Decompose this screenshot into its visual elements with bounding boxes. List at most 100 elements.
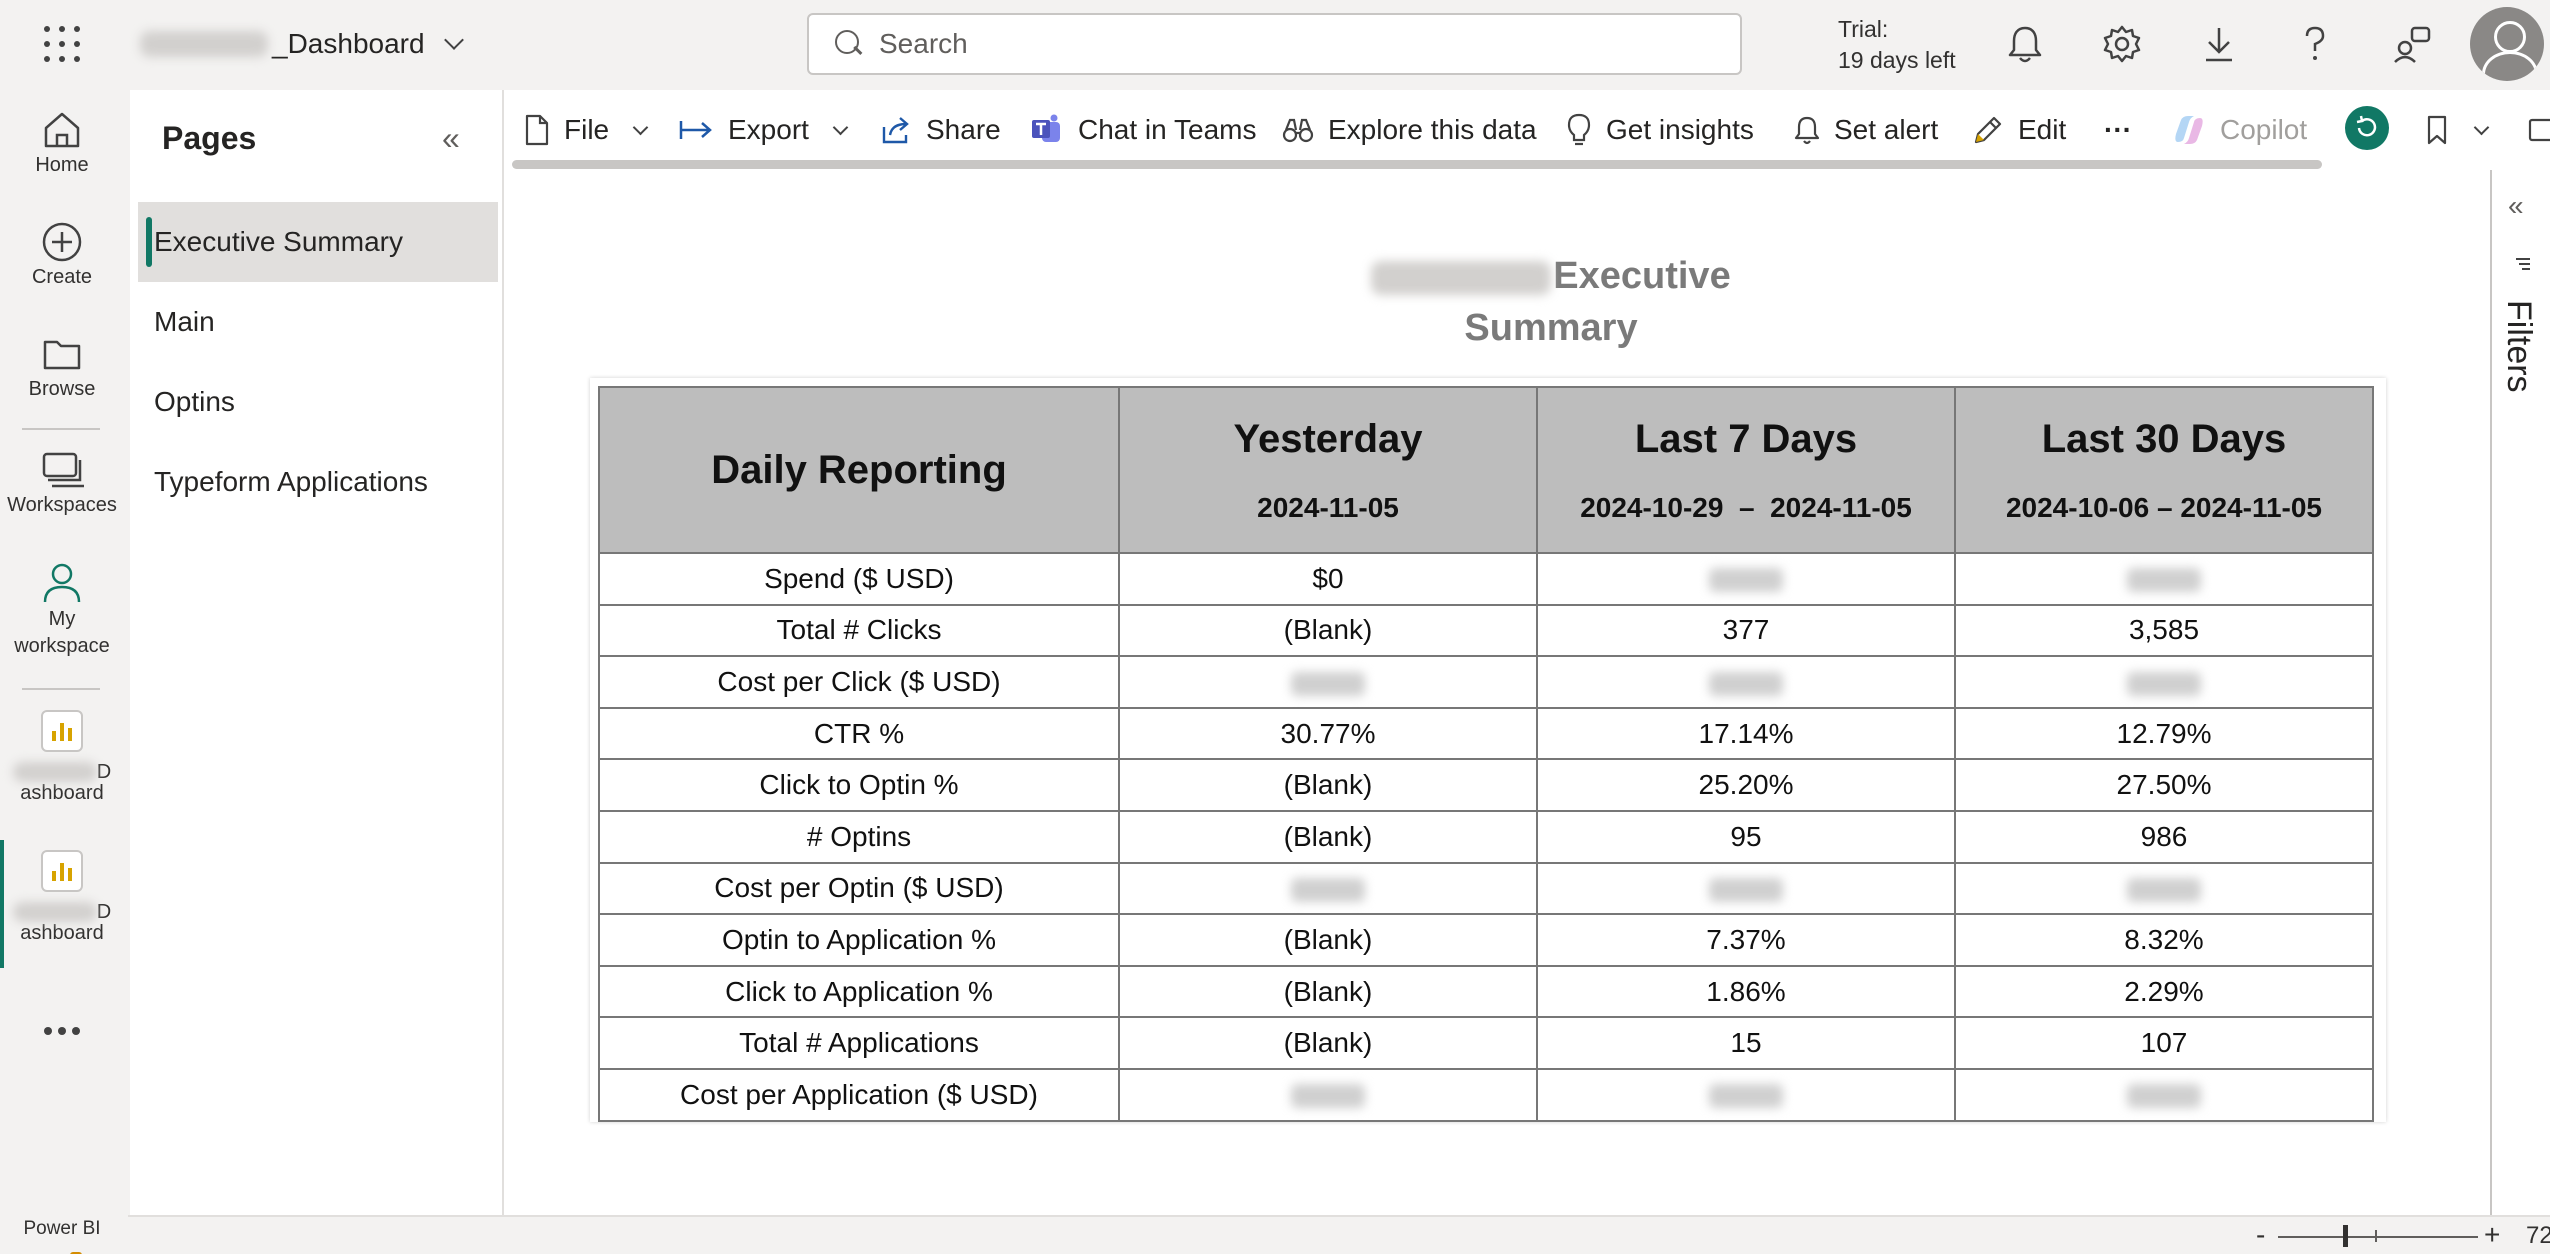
rail-my-workspace[interactable]: My workspace (0, 560, 124, 660)
rail-divider (22, 428, 100, 430)
metric-value: 1.86% (1536, 964, 1956, 1019)
copilot-icon (2175, 116, 2203, 144)
rail-dashboard-1[interactable]: D ashboard (0, 710, 124, 807)
bookmark-icon (2427, 115, 2447, 145)
metric-value: 17.14% (1536, 706, 1956, 761)
table-row: Click to Application % (Blank) 1.86% 2.29% (598, 964, 2374, 1019)
metric-value: 107 (1954, 1016, 2374, 1070)
redacted-value (1954, 861, 2374, 916)
share-feedback-icon[interactable] (2390, 22, 2434, 66)
copilot-label: Copilot (2220, 114, 2308, 145)
pages-pane: Pages « Executive Summary Main Optins Ty… (130, 90, 502, 1215)
trial-status[interactable]: Trial: 19 days left (1838, 14, 1956, 76)
zoom-out-button[interactable]: - (2256, 1217, 2265, 1253)
reset-circle-icon (2345, 106, 2389, 150)
redacted-value-blur (1291, 671, 1365, 696)
share-button[interactable]: Share (880, 110, 1001, 150)
rail-dashboard-2[interactable]: D ashboard (0, 850, 124, 947)
search-input[interactable] (879, 28, 1699, 60)
pages-title: Pages (162, 120, 257, 156)
edit-button[interactable]: Edit (1972, 110, 2066, 150)
top-bar: _Dashboard Trial: 19 days left (0, 0, 2550, 90)
metric-value: 95 (1536, 809, 1956, 864)
report-bar-chart-icon (41, 710, 83, 752)
table-row: Click to Optin % (Blank) 25.20% 27.50% (598, 758, 2374, 812)
user-avatar[interactable] (2470, 7, 2544, 81)
workspace-title-dropdown[interactable]: _Dashboard (140, 26, 464, 62)
bookmark-button[interactable] (2426, 110, 2490, 150)
rail-browse[interactable]: Browse (0, 332, 124, 403)
redacted-value (1954, 552, 2374, 606)
metric-value: 30.77% (1118, 706, 1538, 761)
set-alert-label: Set alert (1834, 114, 1939, 145)
view-mode-button[interactable] (2528, 110, 2550, 150)
chevron-down-icon (632, 119, 649, 135)
metric-label: Cost per Optin ($ USD) (598, 861, 1120, 916)
metric-value: 3,585 (1954, 603, 2374, 658)
help-icon[interactable] (2293, 22, 2337, 66)
rail-create[interactable]: Create (0, 220, 124, 291)
export-menu-button[interactable]: Export (678, 110, 849, 150)
workspace-title-text: _Dashboard (272, 28, 425, 59)
file-menu-button[interactable]: File (524, 110, 649, 150)
download-icon[interactable] (2197, 22, 2241, 66)
app-launcher-icon[interactable] (44, 26, 80, 62)
chat-in-teams-button[interactable]: Chat in Teams (1030, 110, 1256, 150)
horizontal-scrollbar[interactable] (512, 160, 2322, 169)
redacted-value-blur (2127, 568, 2201, 593)
metric-value: (Blank) (1118, 603, 1538, 658)
rail-home[interactable]: Home (0, 108, 124, 179)
metric-value: 986 (1954, 809, 2374, 864)
chevron-down-icon (443, 30, 464, 50)
metric-label: Total # Applications (598, 1016, 1120, 1070)
trial-days-left: 19 days left (1838, 47, 1956, 73)
table-row: Spend ($ USD) $0 (598, 552, 2374, 606)
reset-button[interactable] (2344, 106, 2404, 150)
rail-workspaces[interactable]: Workspaces (0, 448, 124, 519)
more-options-button[interactable]: ··· (2104, 110, 2132, 150)
more-options-icon[interactable] (44, 1027, 80, 1035)
set-alert-button[interactable]: Set alert (1794, 110, 1938, 150)
metric-value: 377 (1536, 603, 1956, 658)
redacted-value (1536, 861, 1956, 916)
notifications-bell-icon[interactable] (2003, 22, 2047, 66)
copilot-button[interactable]: Copilot (2172, 110, 2307, 150)
metric-value: (Blank) (1118, 758, 1538, 812)
workspaces-icon (42, 452, 84, 488)
filters-pane[interactable]: « Filters (2490, 170, 2550, 1215)
page-tab-executive-summary[interactable]: Executive Summary (138, 202, 498, 282)
redacted-value-blur (1709, 568, 1783, 593)
redacted-value-blur (2127, 1084, 2201, 1109)
search-box[interactable] (807, 13, 1742, 75)
get-insights-button[interactable]: Get insights (1566, 110, 1754, 150)
powerbi-label: Power BI (23, 1218, 101, 1239)
table-header-row: Daily Reporting Yesterday 2024-11-05 Last… (598, 386, 2374, 554)
zoom-slider-handle[interactable] (2343, 1225, 2348, 1247)
column-date-range: 2024-11-05 (1257, 491, 1399, 523)
zoom-in-button[interactable]: + (2484, 1217, 2500, 1253)
zoom-level[interactable]: 72% (2526, 1217, 2550, 1254)
explore-data-button[interactable]: Explore this data (1282, 110, 1537, 150)
redacted-value (1118, 1067, 1538, 1122)
table-row: Cost per Optin ($ USD) (598, 861, 2374, 916)
metric-label: Total # Clicks (598, 603, 1120, 658)
redacted-name (12, 902, 97, 922)
page-tab-typeform-applications[interactable]: Typeform Applications (138, 442, 498, 522)
table-row: Total # Clicks (Blank) 377 3,585 (598, 603, 2374, 658)
page-tab-main[interactable]: Main (138, 282, 498, 362)
redacted-value-blur (1709, 877, 1783, 902)
page-tab-optins[interactable]: Optins (138, 362, 498, 442)
metric-value: 12.79% (1954, 706, 2374, 761)
daily-reporting-table-visual[interactable]: Daily Reporting Yesterday 2024-11-05 Last… (590, 378, 2386, 1122)
pencil-icon (1974, 116, 2002, 144)
collapse-pages-icon[interactable]: « (442, 120, 460, 157)
rail-divider (22, 688, 100, 690)
redacted-value-blur (1291, 1084, 1365, 1109)
plus-circle-icon (42, 222, 82, 262)
expand-filters-icon[interactable]: « (2508, 190, 2523, 222)
settings-gear-icon[interactable] (2100, 22, 2144, 66)
chevron-down-icon (2473, 119, 2490, 135)
zoom-slider-track[interactable] (2278, 1236, 2478, 1238)
redacted-value-blur (2127, 671, 2201, 696)
metric-label: Click to Application % (598, 964, 1120, 1019)
